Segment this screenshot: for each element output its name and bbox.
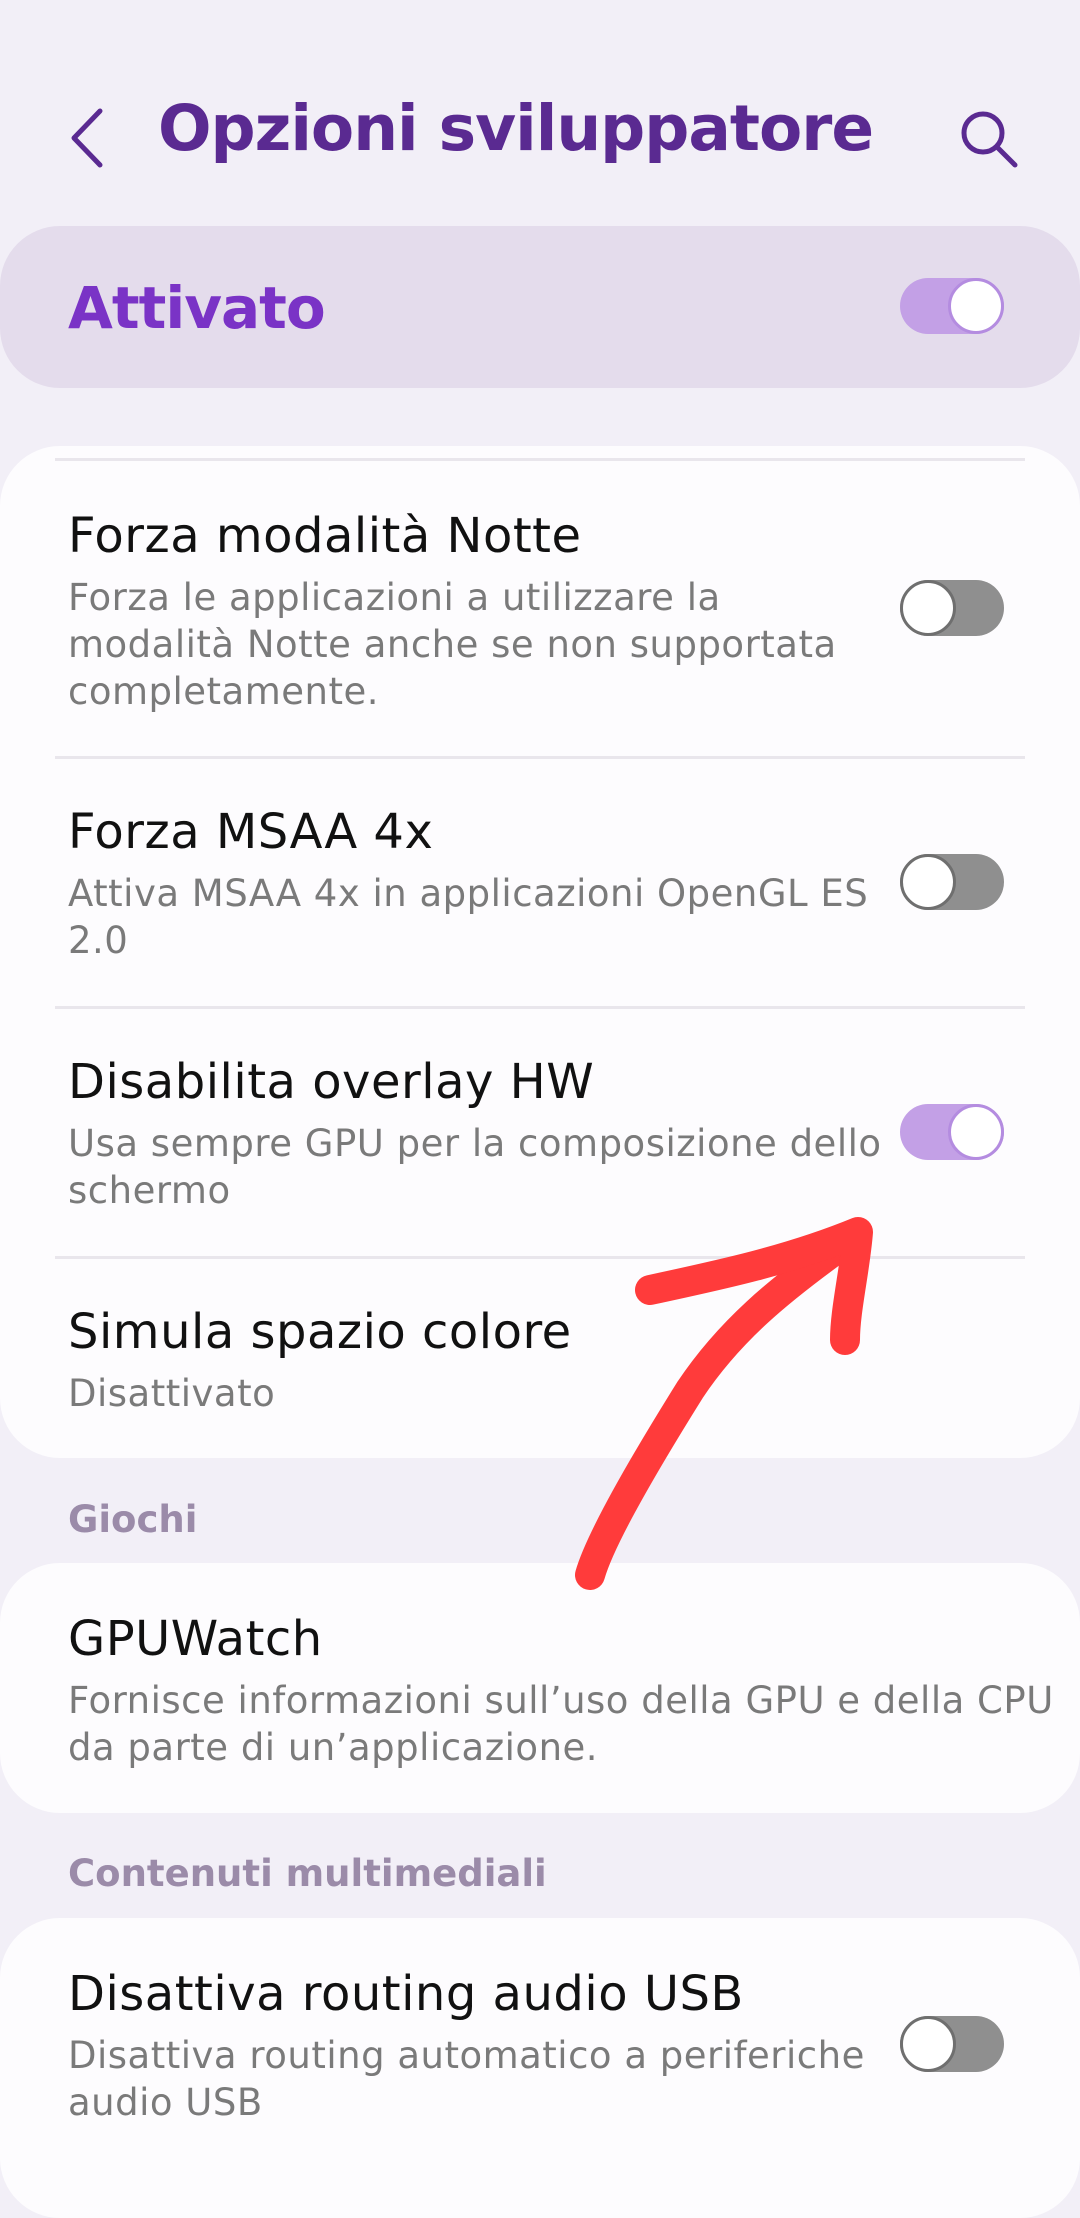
setting-title: Simula spazio colore	[68, 1304, 572, 1360]
toggle-knob	[900, 580, 956, 636]
setting-title: GPUWatch	[68, 1611, 323, 1667]
master-toggle[interactable]	[900, 278, 1004, 334]
force-night-mode-toggle[interactable]	[900, 580, 1004, 636]
setting-description-line: completamente.	[68, 670, 380, 713]
setting-title: Forza MSAA 4x	[68, 804, 434, 860]
setting-description-line: Usa sempre GPU per la composizione dello	[68, 1122, 882, 1165]
master-switch-label: Attivato	[68, 274, 326, 342]
display-settings-card: Forza modalità Notte Forza le applicazio…	[0, 446, 1080, 1458]
setting-description-line: Disattiva routing automatico a periferic…	[68, 2034, 865, 2077]
developer-options-master-switch[interactable]: Attivato	[0, 226, 1080, 388]
toggle-knob	[948, 1104, 1004, 1160]
setting-description-line: Forza le applicazioni a utilizzare la	[68, 576, 721, 619]
setting-description-line: audio USB	[68, 2081, 263, 2124]
setting-description-line: modalità Notte anche se non supportata	[68, 623, 837, 666]
setting-value: Disattivato	[68, 1372, 276, 1415]
divider	[55, 1256, 1025, 1259]
setting-description-line: schermo	[68, 1169, 231, 1212]
setting-description-line: Fornisce informazioni sull’uso della GPU…	[68, 1679, 1054, 1722]
search-button[interactable]	[958, 108, 1020, 170]
gpuwatch-card[interactable]: GPUWatch Fornisce informazioni sull’uso …	[0, 1563, 1080, 1813]
section-header-media: Contenuti multimediali	[68, 1852, 547, 1895]
setting-title: Disattiva routing audio USB	[68, 1966, 744, 2022]
toggle-knob	[948, 278, 1004, 334]
search-icon	[961, 111, 1018, 168]
divider	[55, 458, 1025, 461]
setting-description-line: 2.0	[68, 919, 129, 962]
setting-title: Forza modalità Notte	[68, 508, 582, 564]
setting-description-line: da parte di un’applicazione.	[68, 1726, 599, 1769]
setting-title: Disabilita overlay HW	[68, 1054, 595, 1110]
setting-description-line: Attiva MSAA 4x in applicazioni OpenGL ES	[68, 872, 869, 915]
back-button[interactable]	[62, 105, 122, 171]
usb-audio-card: Disattiva routing audio USB Disattiva ro…	[0, 1918, 1080, 2218]
toggle-knob	[900, 2016, 956, 2072]
chevron-left-icon	[71, 108, 103, 168]
section-header-games: Giochi	[68, 1498, 198, 1541]
disable-hw-overlay-toggle[interactable]	[900, 1104, 1004, 1160]
top-app-bar: Opzioni sviluppatore	[0, 0, 1080, 230]
divider	[55, 756, 1025, 759]
divider	[55, 1006, 1025, 1009]
force-msaa-toggle[interactable]	[900, 854, 1004, 910]
toggle-knob	[900, 854, 956, 910]
disable-usb-audio-routing-toggle[interactable]	[900, 2016, 1004, 2072]
page-title: Opzioni sviluppatore	[158, 92, 874, 165]
